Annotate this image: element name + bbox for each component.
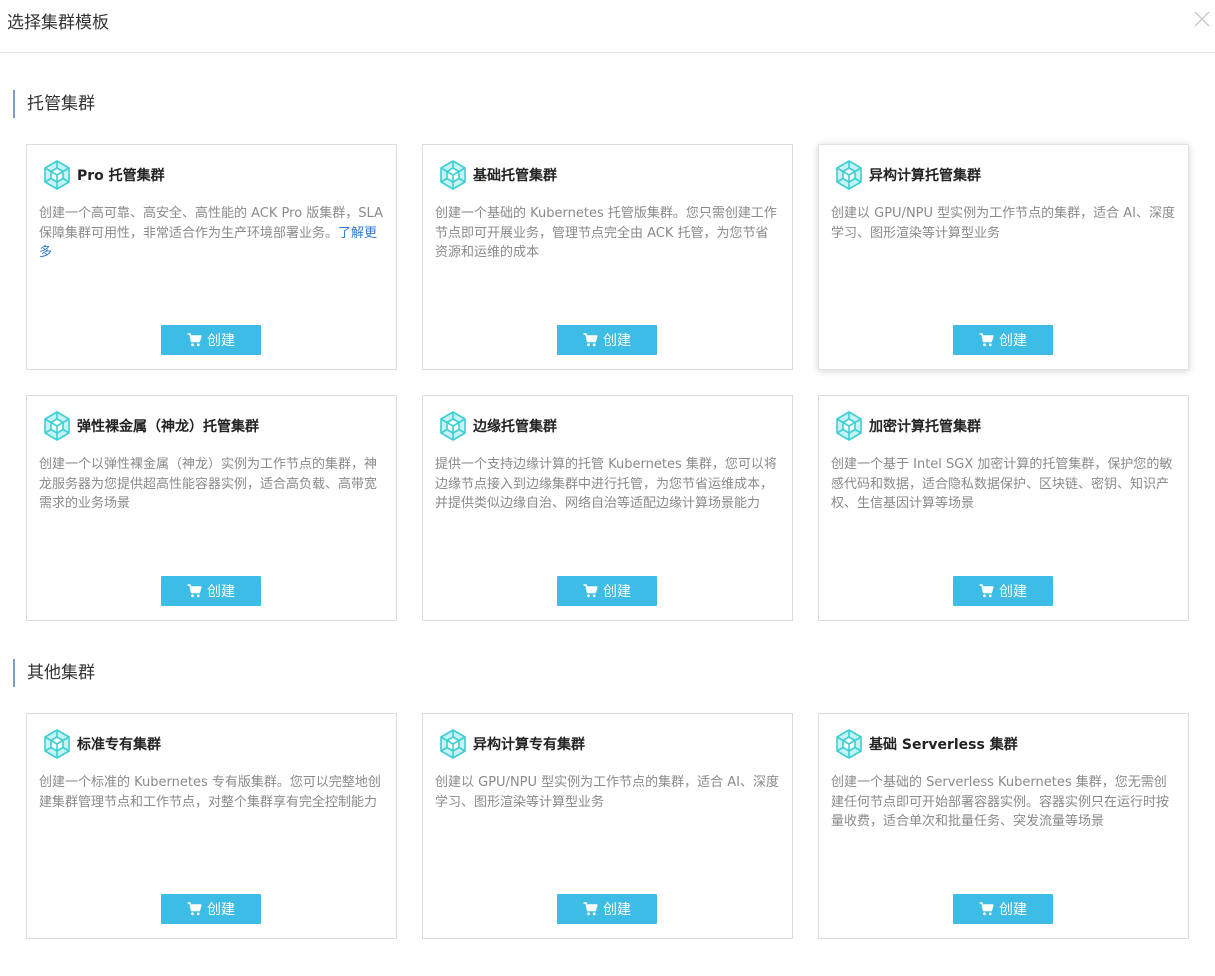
close-icon[interactable] (1189, 6, 1215, 32)
hexagon-cube-icon (836, 160, 862, 190)
card-title: 基础托管集群 (473, 168, 557, 184)
card-edge-managed: 边缘托管集群 提供一个支持边缘计算的托管 Kubernetes 集群，您可以将边… (422, 395, 793, 621)
create-button[interactable]: 创建 (557, 576, 657, 606)
shopping-cart-icon (979, 333, 994, 347)
hexagon-cube-icon (44, 411, 70, 441)
dialog-title: 选择集群模板 (7, 13, 109, 33)
create-button-label: 创建 (603, 901, 631, 917)
dialog-header: 选择集群模板 (0, 0, 1215, 53)
section-title-managed: 托管集群 (13, 90, 95, 118)
hexagon-cube-icon (836, 729, 862, 759)
card-description: 创建以 GPU/NPU 型实例为工作节点的集群，适合 AI、深度学习、图形渲染等… (435, 775, 780, 810)
shopping-cart-icon (583, 333, 598, 347)
card-heterogeneous-dedicated: 异构计算专有集群 创建以 GPU/NPU 型实例为工作节点的集群，适合 AI、深… (422, 713, 793, 939)
hexagon-cube-icon (440, 160, 466, 190)
shopping-cart-icon (979, 902, 994, 916)
card-description: 创建一个以弹性裸金属（神龙）实例为工作节点的集群，神龙服务器为您提供超高性能容器… (39, 457, 378, 512)
create-button[interactable]: 创建 (953, 576, 1053, 606)
card-description: 创建一个高可靠、高安全、高性能的 ACK Pro 版集群，SLA 保障集群可用性… (39, 204, 383, 263)
card-confidential-managed: 加密计算托管集群 创建一个基于 Intel SGX 加密计算的托管集群，保护您的… (818, 395, 1189, 621)
create-button[interactable]: 创建 (557, 325, 657, 355)
card-description: 创建一个基础的 Serverless Kubernetes 集群，您无需创建任何… (831, 775, 1170, 830)
create-button[interactable]: 创建 (161, 576, 261, 606)
create-button-label: 创建 (603, 583, 631, 599)
hexagon-cube-icon (440, 411, 466, 441)
hexagon-cube-icon (44, 729, 70, 759)
shopping-cart-icon (583, 584, 598, 598)
card-description: 创建一个标准的 Kubernetes 专有版集群。您可以完整地创建集群管理节点和… (39, 775, 381, 810)
card-bare-metal-managed: 弹性裸金属（神龙）托管集群 创建一个以弹性裸金属（神龙）实例为工作节点的集群，神… (26, 395, 397, 621)
hexagon-cube-icon (44, 160, 70, 190)
create-button[interactable]: 创建 (953, 894, 1053, 924)
create-button-label: 创建 (207, 332, 235, 348)
card-title: 异构计算专有集群 (473, 737, 585, 753)
create-button-label: 创建 (207, 901, 235, 917)
hexagon-cube-icon (440, 729, 466, 759)
card-title: 异构计算托管集群 (869, 168, 981, 184)
create-button-label: 创建 (999, 901, 1027, 917)
card-title: 弹性裸金属（神龙）托管集群 (77, 419, 259, 435)
card-description: 提供一个支持边缘计算的托管 Kubernetes 集群，您可以将边缘节点接入到边… (435, 457, 777, 512)
card-title: 边缘托管集群 (473, 419, 557, 435)
create-button[interactable]: 创建 (161, 894, 261, 924)
shopping-cart-icon (979, 584, 994, 598)
create-button-label: 创建 (207, 583, 235, 599)
create-button[interactable]: 创建 (161, 325, 261, 355)
section-title-other: 其他集群 (13, 659, 95, 687)
create-button-label: 创建 (603, 332, 631, 348)
card-serverless: 基础 Serverless 集群 创建一个基础的 Serverless Kube… (818, 713, 1189, 939)
shopping-cart-icon (187, 902, 202, 916)
card-heterogeneous-managed: 异构计算托管集群 创建以 GPU/NPU 型实例为工作节点的集群，适合 AI、深… (818, 144, 1189, 370)
card-title: 基础 Serverless 集群 (869, 737, 1018, 753)
shopping-cart-icon (187, 333, 202, 347)
shopping-cart-icon (583, 902, 598, 916)
card-title: 加密计算托管集群 (869, 419, 981, 435)
shopping-cart-icon (187, 584, 202, 598)
card-standard-dedicated: 标准专有集群 创建一个标准的 Kubernetes 专有版集群。您可以完整地创建… (26, 713, 397, 939)
create-button-label: 创建 (999, 332, 1027, 348)
card-description-text: 创建一个高可靠、高安全、高性能的 ACK Pro 版集群，SLA 保障集群可用性… (39, 206, 383, 241)
create-button[interactable]: 创建 (557, 894, 657, 924)
card-title: 标准专有集群 (77, 737, 161, 753)
card-description: 创建以 GPU/NPU 型实例为工作节点的集群，适合 AI、深度学习、图形渲染等… (831, 206, 1176, 241)
card-description: 创建一个基于 Intel SGX 加密计算的托管集群，保护您的敏感代码和数据，适… (831, 457, 1173, 512)
create-button[interactable]: 创建 (953, 325, 1053, 355)
card-pro-managed: Pro 托管集群 创建一个高可靠、高安全、高性能的 ACK Pro 版集群，SL… (26, 144, 397, 370)
card-title: Pro 托管集群 (77, 168, 165, 184)
card-basic-managed: 基础托管集群 创建一个基础的 Kubernetes 托管版集群。您只需创建工作节… (422, 144, 793, 370)
create-button-label: 创建 (999, 583, 1027, 599)
hexagon-cube-icon (836, 411, 862, 441)
card-description: 创建一个基础的 Kubernetes 托管版集群。您只需创建工作节点即可开展业务… (435, 206, 777, 261)
